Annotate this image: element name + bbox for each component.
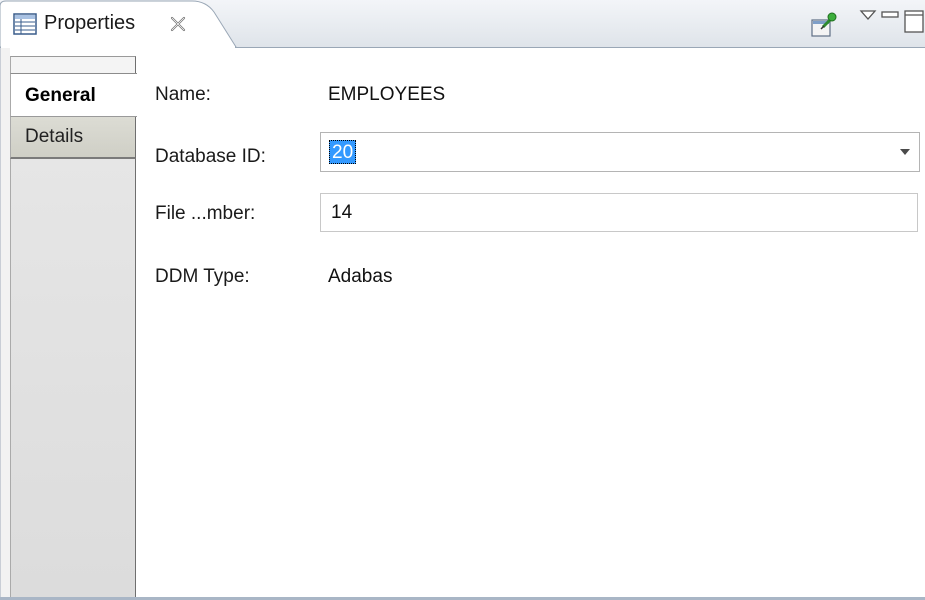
database-id-combo[interactable]: 20	[320, 132, 920, 172]
file-number-field[interactable]: 14	[320, 193, 918, 232]
maximize-icon[interactable]	[903, 9, 925, 33]
close-x-icon[interactable]	[168, 14, 188, 34]
database-id-value[interactable]: 20	[329, 140, 357, 164]
left-frame-edge	[0, 48, 10, 600]
properties-view: Properties General Details Name: EMPLOYE…	[0, 0, 925, 600]
name-label: Name:	[155, 84, 211, 105]
view-header: Properties	[0, 0, 925, 48]
file-number-value[interactable]: 14	[331, 202, 352, 224]
section-tab-column-top	[10, 56, 136, 74]
view-title: Properties	[44, 12, 136, 34]
properties-view-tab[interactable]: Properties	[0, 0, 240, 48]
ddm-type-label: DDM Type:	[155, 266, 250, 287]
ddm-type-value: Adabas	[328, 266, 393, 287]
minimize-icon[interactable]	[880, 9, 900, 21]
view-menu-triangle-icon[interactable]	[858, 8, 878, 22]
name-value: EMPLOYEES	[328, 84, 446, 105]
file-number-label: File ...mber:	[155, 203, 256, 224]
database-id-label: Database ID:	[155, 146, 266, 167]
tab-details[interactable]: Details	[10, 117, 136, 159]
properties-table-icon	[13, 13, 37, 35]
tab-general[interactable]: General	[10, 73, 137, 117]
pin-to-selection-icon[interactable]	[810, 12, 838, 38]
chevron-down-icon[interactable]	[899, 148, 911, 156]
view-body	[0, 48, 925, 600]
